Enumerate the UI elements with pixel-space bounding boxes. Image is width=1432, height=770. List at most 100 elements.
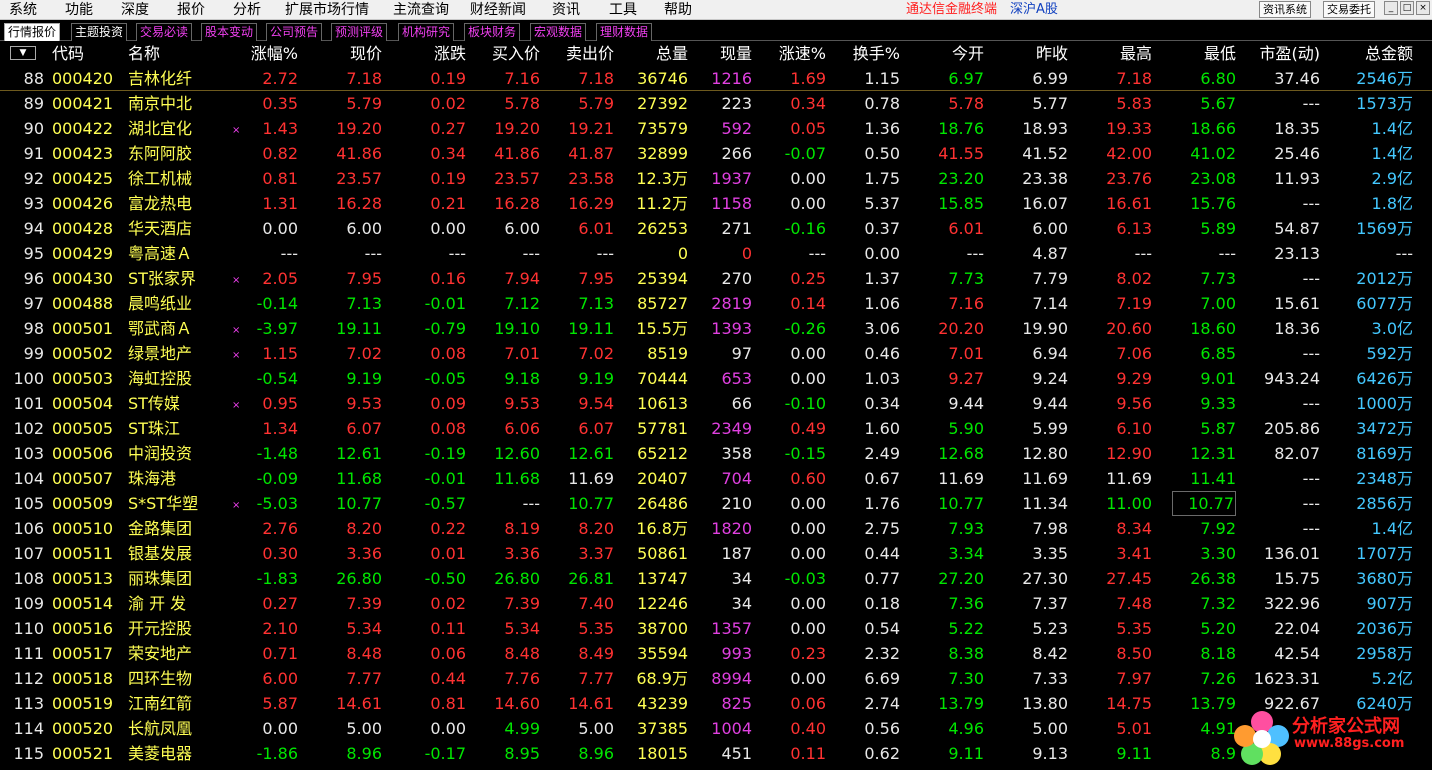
table-row[interactable]: 102 000505 ST珠江 1.34 6.07 0.08 6.06 6.07 57781 23… — [0, 416, 1432, 441]
cell-code[interactable]: 000516 — [52, 616, 113, 641]
tab-10[interactable]: 理财数据 — [596, 23, 653, 41]
table-row[interactable]: 111 000517 荣安地产 0.71 8.48 0.06 8.48 8.49 35594 99… — [0, 641, 1432, 666]
cell-code[interactable]: 000503 — [52, 366, 113, 391]
cell-code[interactable]: 000509 — [52, 491, 113, 516]
cell-code[interactable]: 000520 — [52, 716, 113, 741]
col-price-header[interactable]: 现价 — [322, 42, 382, 66]
menu-item[interactable]: 深度 — [121, 1, 149, 19]
cell-code[interactable]: 000505 — [52, 416, 113, 441]
cell-name[interactable]: 湖北宜化 — [128, 116, 228, 141]
menu-item[interactable]: 主流查询 — [393, 1, 449, 19]
col-bid-header[interactable]: 买入价 — [480, 42, 540, 66]
table-row[interactable]: 98 × 000501 鄂武商Ａ -3.97 19.11 -0.79 19.10 19.11 15… — [0, 316, 1432, 341]
tab-9[interactable]: 宏观数据 — [530, 23, 587, 41]
cell-code[interactable]: 000510 — [52, 516, 113, 541]
tab-5[interactable]: 公司预告 — [266, 23, 323, 41]
col-change-pct-header[interactable]: 涨幅% — [236, 42, 298, 66]
cell-code[interactable]: 000521 — [52, 741, 113, 766]
cell-name[interactable]: 四环生物 — [128, 666, 228, 691]
cell-code[interactable]: 000488 — [52, 291, 113, 316]
close-icon[interactable]: × — [1416, 1, 1430, 15]
cell-name[interactable]: 江南红箭 — [128, 691, 228, 716]
table-row[interactable]: 92 000425 徐工机械 0.81 23.57 0.19 23.57 23.58 12.3万… — [0, 166, 1432, 191]
cell-name[interactable]: 南京中北 — [128, 91, 228, 116]
col-speed-header[interactable]: 涨速% — [766, 42, 826, 66]
cell-name[interactable]: ST传媒 — [128, 391, 228, 416]
table-row[interactable]: 94 000428 华天酒店 0.00 6.00 0.00 6.00 6.01 26253 271… — [0, 216, 1432, 241]
table-row[interactable]: 115 000521 美菱电器 -1.86 8.96 -0.17 8.95 8.96 18015… — [0, 741, 1432, 766]
col-change-header[interactable]: 涨跌 — [406, 42, 466, 66]
tab-6[interactable]: 预测评级 — [331, 23, 388, 41]
cell-code[interactable]: 000430 — [52, 266, 113, 291]
cell-code[interactable]: 000519 — [52, 691, 113, 716]
cell-name[interactable]: ST珠江 — [128, 416, 228, 441]
menu-item[interactable]: 帮助 — [664, 1, 692, 19]
col-prev-close-header[interactable]: 昨收 — [1006, 42, 1068, 66]
table-row[interactable]: 97 000488 晨鸣纸业 -0.14 7.13 -0.01 7.12 7.13 85727 2… — [0, 291, 1432, 316]
table-row[interactable]: 96 × 000430 ST张家界 2.05 7.95 0.16 7.94 7.95 25394 2… — [0, 266, 1432, 291]
table-row[interactable]: 104 000507 珠海港 -0.09 11.68 -0.01 11.68 11.69 204… — [0, 466, 1432, 491]
menu-item[interactable]: 工具 — [609, 1, 637, 19]
menu-item[interactable]: 功能 — [65, 1, 93, 19]
table-row[interactable]: 89 000421 南京中北 0.35 5.79 0.02 5.78 5.79 27392 223… — [0, 91, 1432, 116]
table-row[interactable]: 90 × 000422 湖北宜化 1.43 19.20 0.27 19.20 19.21 7357… — [0, 116, 1432, 141]
cell-name[interactable]: 长航凤凰 — [128, 716, 228, 741]
menu-item[interactable]: 资讯 — [552, 1, 580, 19]
cell-name[interactable]: 银基发展 — [128, 541, 228, 566]
cell-code[interactable]: 000428 — [52, 216, 113, 241]
col-current-volume-header[interactable]: 现量 — [698, 42, 752, 66]
table-row[interactable]: 110 000516 开元控股 2.10 5.34 0.11 5.34 5.35 38700 13… — [0, 616, 1432, 641]
menu-item[interactable]: 系统 — [9, 1, 37, 19]
cell-name[interactable]: 东阿阿胶 — [128, 141, 228, 166]
cell-name[interactable]: 华天酒店 — [128, 216, 228, 241]
cell-name[interactable]: 晨鸣纸业 — [128, 291, 228, 316]
cell-name[interactable]: 中润投资 — [128, 441, 228, 466]
cell-code[interactable]: 000504 — [52, 391, 113, 416]
col-name-header[interactable]: 名称 — [128, 42, 228, 66]
cell-name[interactable]: 荣安地产 — [128, 641, 228, 666]
tab-3[interactable]: 交易必读 — [136, 23, 193, 41]
tab-2[interactable]: 主题投资 — [71, 23, 128, 41]
cell-name[interactable]: 珠海港 — [128, 466, 228, 491]
cell-code[interactable]: 000506 — [52, 441, 113, 466]
cell-name[interactable]: 渝 开 发 — [128, 591, 228, 616]
cell-name[interactable]: 绿景地产 — [128, 341, 228, 366]
cell-code[interactable]: 000425 — [52, 166, 113, 191]
table-row[interactable]: 108 000513 丽珠集团 -1.83 26.80 -0.50 26.80 26.81 13… — [0, 566, 1432, 591]
cell-name[interactable]: 丽珠集团 — [128, 566, 228, 591]
col-volume-header[interactable]: 总量 — [624, 42, 688, 66]
cell-name[interactable]: ST张家界 — [128, 266, 228, 291]
col-amount-header[interactable]: 总金额 — [1336, 42, 1413, 66]
cell-code[interactable]: 000518 — [52, 666, 113, 691]
cell-code[interactable]: 000420 — [52, 66, 113, 91]
tab-1[interactable]: 行情报价 — [4, 23, 61, 41]
cell-code[interactable]: 000517 — [52, 641, 113, 666]
table-row[interactable]: 99 × 000502 绿景地产 1.15 7.02 0.08 7.01 7.02 8519 97 0… — [0, 341, 1432, 366]
table-row[interactable]: 112 000518 四环生物 6.00 7.77 0.44 7.76 7.77 68.9万 89… — [0, 666, 1432, 691]
table-row[interactable]: 103 000506 中润投资 -1.48 12.61 -0.19 12.60 12.61 65… — [0, 441, 1432, 466]
table-row[interactable]: 107 000511 银基发展 0.30 3.36 0.01 3.36 3.37 50861 18… — [0, 541, 1432, 566]
table-row[interactable]: 114 000520 长航凤凰 0.00 5.00 0.00 4.99 5.00 37385 10… — [0, 716, 1432, 741]
cell-name[interactable]: 富龙热电 — [128, 191, 228, 216]
menu-item[interactable]: 扩展市场行情 — [285, 1, 369, 19]
cell-name[interactable]: 粤高速Ａ — [128, 241, 228, 266]
table-row[interactable]: 109 000514 渝 开 发 0.27 7.39 0.02 7.39 7.40 12246 3… — [0, 591, 1432, 616]
cell-name[interactable]: 吉林化纤 — [128, 66, 228, 91]
menu-item[interactable]: 分析 — [233, 1, 261, 19]
cell-code[interactable]: 000507 — [52, 466, 113, 491]
cell-name[interactable]: 海虹控股 — [128, 366, 228, 391]
cell-name[interactable]: 徐工机械 — [128, 166, 228, 191]
cell-code[interactable]: 000502 — [52, 341, 113, 366]
cell-code[interactable]: 000501 — [52, 316, 113, 341]
table-row[interactable]: 113 000519 江南红箭 5.87 14.61 0.81 14.60 14.61 4323… — [0, 691, 1432, 716]
table-row[interactable]: 100 000503 海虹控股 -0.54 9.19 -0.05 9.18 9.19 70444… — [0, 366, 1432, 391]
trade-order-button[interactable]: 交易委托 — [1323, 1, 1375, 18]
cell-name[interactable]: S*ST华塑 — [128, 491, 228, 516]
col-ask-header[interactable]: 卖出价 — [554, 42, 614, 66]
table-row[interactable]: 106 000510 金路集团 2.76 8.20 0.22 8.19 8.20 16.8万 18… — [0, 516, 1432, 541]
menu-item[interactable]: 报价 — [177, 1, 205, 19]
cell-code[interactable]: 000513 — [52, 566, 113, 591]
col-high-header[interactable]: 最高 — [1090, 42, 1152, 66]
cell-code[interactable]: 000421 — [52, 91, 113, 116]
table-row[interactable]: 95 000429 粤高速Ａ --- --- --- --- --- 0 0 --- 0.00 --- 4… — [0, 241, 1432, 266]
